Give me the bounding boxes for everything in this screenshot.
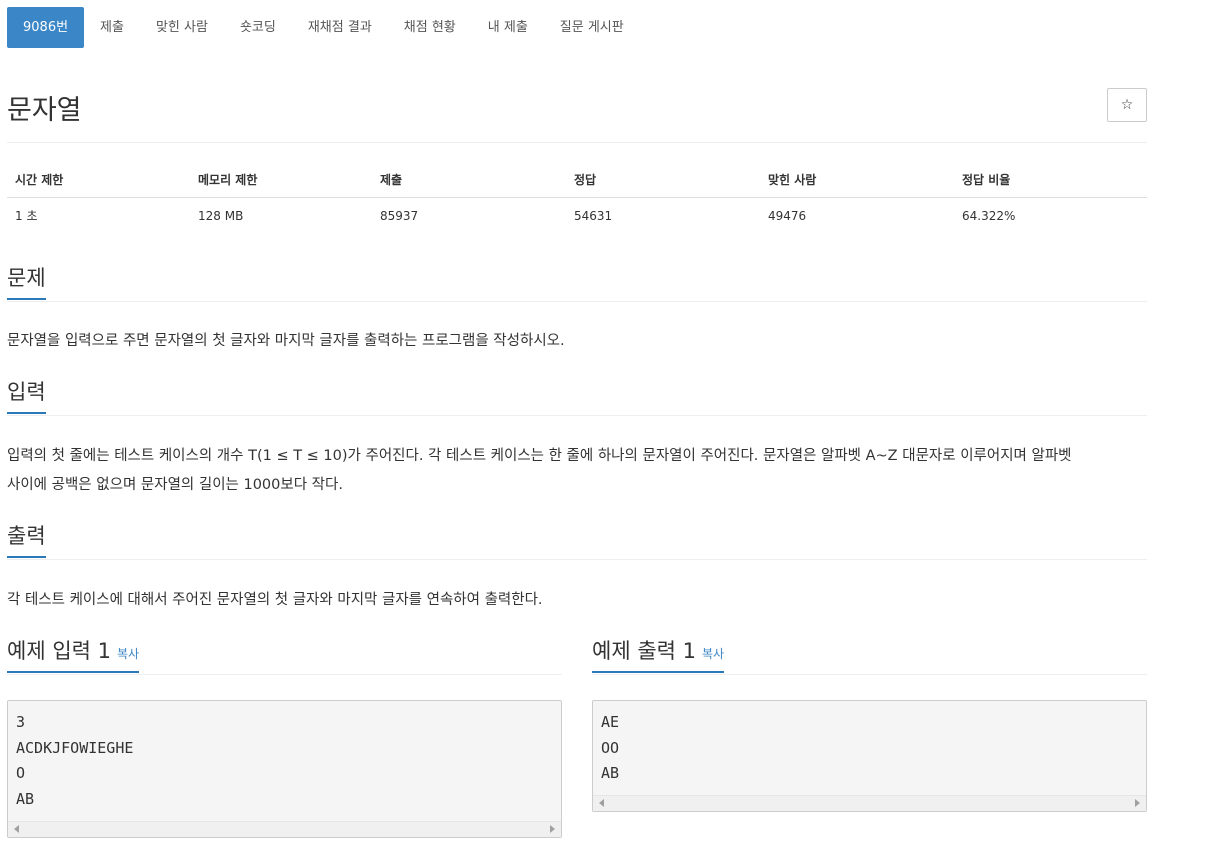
scroll-right-icon[interactable]: [550, 825, 555, 833]
input-description-line-2: 사이에 공백은 없으며 문자열의 길이는 1000보다 작다.: [7, 477, 343, 493]
scroll-left-icon[interactable]: [14, 825, 19, 833]
sample-output-scrollbar[interactable]: [593, 795, 1146, 811]
sample-output-box[interactable]: AE OO AB: [592, 700, 1147, 812]
tab-rejudge-results[interactable]: 재채점 결과: [292, 7, 388, 48]
input-section-title: 입력: [7, 376, 46, 414]
scroll-left-icon[interactable]: [599, 799, 604, 807]
sample-input-header: 예제 입력 1 복사: [7, 635, 562, 675]
problem-description: 문자열을 입력으로 주면 문자열의 첫 글자와 마지막 글자를 출력하는 프로그…: [7, 333, 565, 349]
output-description: 각 테스트 케이스에 대해서 주어진 문자열의 첫 글자와 마지막 글자를 연속…: [7, 592, 543, 608]
tab-my-submissions[interactable]: 내 제출: [472, 7, 544, 48]
sample-output-header: 예제 출력 1 복사: [592, 635, 1147, 675]
problem-info-table: 시간 제한 메모리 제한 제출 정답 맞힌 사람 정답 비율 1 초 128 M…: [7, 162, 1147, 234]
value-accept-ratio: 64.322%: [962, 209, 1016, 223]
problem-section-header: 문제: [7, 262, 1147, 302]
sample-input-scrollbar[interactable]: [8, 821, 561, 837]
header-time-limit: 시간 제한: [15, 173, 64, 187]
value-memory-limit: 128 MB: [198, 209, 244, 223]
tab-short-coding[interactable]: 숏코딩: [224, 7, 292, 48]
value-submissions: 85937: [380, 209, 419, 223]
table-header-row: 시간 제한 메모리 제한 제출 정답 맞힌 사람 정답 비율: [7, 162, 1147, 198]
sample-input-title-wrap: 예제 입력 1 복사: [7, 635, 140, 673]
sample-output-title: 예제 출력 1: [592, 639, 696, 663]
tab-submit[interactable]: 제출: [84, 7, 140, 48]
tab-solved-users[interactable]: 맞힌 사람: [140, 7, 224, 48]
sample-output-title-wrap: 예제 출력 1 복사: [592, 635, 725, 673]
input-description: 입력의 첫 줄에는 테스트 케이스의 개수 T(1 ≤ T ≤ 10)가 주어진…: [7, 442, 1147, 500]
value-accepted: 54631: [574, 209, 613, 223]
output-section-header: 출력: [7, 520, 1147, 560]
problem-section-title: 문제: [7, 262, 46, 300]
header-submissions: 제출: [380, 173, 403, 187]
value-time-limit: 1 초: [15, 209, 38, 223]
input-description-line-1: 입력의 첫 줄에는 테스트 케이스의 개수 T(1 ≤ T ≤ 10)가 주어진…: [7, 448, 1072, 464]
sample-input-title: 예제 입력 1: [7, 639, 111, 663]
star-icon: ☆: [1120, 97, 1134, 113]
page-title: 문자열: [7, 95, 82, 126]
sample-output-content: AE OO AB: [601, 713, 620, 782]
output-section-title: 출력: [7, 520, 46, 558]
copy-sample-input-link[interactable]: 복사: [117, 647, 139, 661]
header-accepted: 정답: [574, 173, 597, 187]
value-solved-users: 49476: [768, 209, 807, 223]
scroll-right-icon[interactable]: [1135, 799, 1140, 807]
table-row: 1 초 128 MB 85937 54631 49476 64.322%: [7, 198, 1147, 234]
favorite-button[interactable]: ☆: [1107, 88, 1147, 122]
sample-input-box[interactable]: 3 ACDKJFOWIEGHE O AB: [7, 700, 562, 838]
tab-judge-status[interactable]: 채점 현황: [388, 7, 472, 48]
problem-nav: 9086번 제출 맞힌 사람 숏코딩 재채점 결과 채점 현황 내 제출 질문 …: [7, 7, 640, 48]
header-solved-users: 맞힌 사람: [768, 173, 817, 187]
copy-sample-output-link[interactable]: 복사: [702, 647, 724, 661]
header-accept-ratio: 정답 비율: [962, 173, 1011, 187]
tab-problem-number[interactable]: 9086번: [7, 7, 85, 48]
title-divider: [7, 142, 1147, 143]
tab-question-board[interactable]: 질문 게시판: [544, 7, 640, 48]
input-section-header: 입력: [7, 376, 1147, 416]
sample-input-content: 3 ACDKJFOWIEGHE O AB: [16, 713, 134, 808]
header-memory-limit: 메모리 제한: [198, 173, 258, 187]
